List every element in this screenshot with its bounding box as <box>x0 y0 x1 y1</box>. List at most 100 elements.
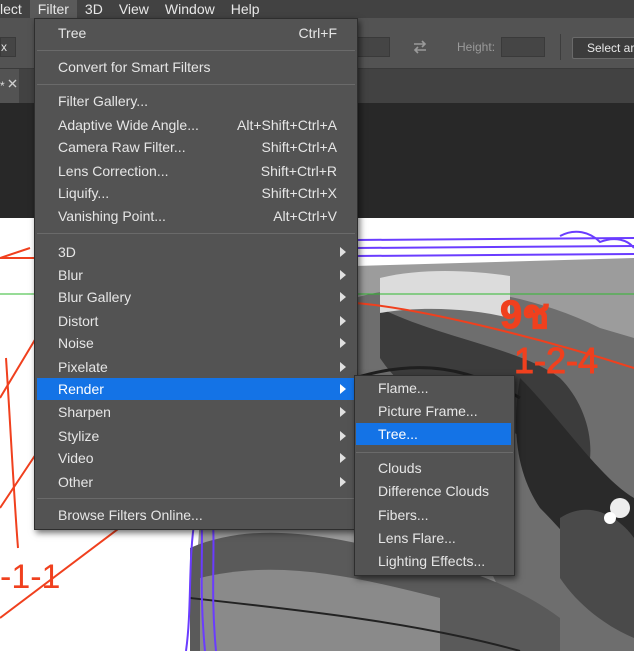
menu-item-convert-smart-filters[interactable]: Convert for Smart Filters <box>38 56 354 78</box>
menu-item-stylize[interactable]: Stylize <box>38 425 354 447</box>
submenu-item-lighting-effects[interactable]: Lighting Effects... <box>356 550 511 572</box>
menu-item-pixelate[interactable]: Pixelate <box>38 356 354 378</box>
menu-window[interactable]: Window <box>157 0 223 18</box>
menu-item-label: Flame... <box>378 380 429 396</box>
submenu-arrow-icon <box>340 453 346 463</box>
submenu-item-lens-flare[interactable]: Lens Flare... <box>356 527 511 549</box>
menu-item-label: Camera Raw Filter... <box>58 139 186 155</box>
sketch-text-top: 9ช <box>500 293 549 337</box>
menu-item-label: Noise <box>58 335 94 351</box>
menu-item-label: Lighting Effects... <box>378 553 486 569</box>
swap-icon[interactable] <box>411 38 429 56</box>
menu-item-last-filter-tree[interactable]: Tree Ctrl+F <box>38 22 354 44</box>
submenu-item-clouds[interactable]: Clouds <box>356 457 511 479</box>
menu-3d[interactable]: 3D <box>77 0 111 18</box>
menu-item-label: Blur Gallery <box>58 289 132 305</box>
menu-divider <box>37 233 355 234</box>
menu-item-distort[interactable]: Distort <box>38 310 354 332</box>
menu-item-label: Fibers... <box>378 507 429 523</box>
menu-item-label: Distort <box>58 313 99 329</box>
menu-item-label: Tree... <box>378 426 418 442</box>
submenu-arrow-icon <box>340 431 346 441</box>
filter-menu: Tree Ctrl+F Convert for Smart Filters Fi… <box>34 18 358 530</box>
submenu-arrow-icon <box>340 316 346 326</box>
height-field[interactable] <box>501 37 545 57</box>
menu-item-label: Pixelate <box>58 359 108 375</box>
menu-item-blur[interactable]: Blur <box>38 264 354 286</box>
menu-item-label: Picture Frame... <box>378 403 478 419</box>
menubar: lect Filter 3D View Window Help <box>0 0 634 18</box>
menu-item-other[interactable]: Other <box>38 471 354 493</box>
submenu-item-difference-clouds[interactable]: Difference Clouds <box>356 480 511 502</box>
menu-divider <box>37 498 355 499</box>
menu-divider <box>37 50 355 51</box>
menu-item-label: 3D <box>58 244 76 260</box>
sketch-text-left: -1-1 <box>0 558 60 596</box>
submenu-item-fibers[interactable]: Fibers... <box>356 504 511 526</box>
menu-item-shortcut: Shift+Ctrl+R <box>260 163 337 179</box>
menu-item-sharpen[interactable]: Sharpen <box>38 401 354 423</box>
menu-item-filter-gallery[interactable]: Filter Gallery... <box>38 90 354 112</box>
menu-item-browse-filters-online[interactable]: Browse Filters Online... <box>38 504 354 526</box>
height-label: Height: <box>457 40 496 54</box>
menu-item-label: Browse Filters Online... <box>58 507 203 523</box>
menu-item-label: Difference Clouds <box>378 483 490 499</box>
menu-item-lens-correction[interactable]: Lens Correction... Shift+Ctrl+R <box>38 160 354 182</box>
menu-item-video[interactable]: Video <box>38 447 354 469</box>
menu-item-label: Blur <box>58 267 83 283</box>
menu-divider <box>37 84 355 85</box>
menu-item-camera-raw-filter[interactable]: Camera Raw Filter... Shift+Ctrl+A <box>38 136 354 158</box>
width-field[interactable] <box>355 37 390 57</box>
menu-item-label: Liquify... <box>58 185 110 201</box>
menu-item-label: Lens Flare... <box>378 530 456 546</box>
menu-item-shortcut: Alt+Shift+Ctrl+A <box>237 117 337 133</box>
submenu-arrow-icon <box>340 270 346 280</box>
submenu-item-tree[interactable]: Tree... <box>356 423 511 445</box>
menu-view[interactable]: View <box>111 0 157 18</box>
menu-item-label: Clouds <box>378 460 422 476</box>
render-submenu: Flame... Picture Frame... Tree... Clouds… <box>354 375 515 576</box>
menu-item-label: Sharpen <box>58 404 111 420</box>
submenu-arrow-icon <box>340 338 346 348</box>
menu-item-shortcut: Ctrl+F <box>298 25 338 41</box>
close-icon[interactable] <box>8 79 17 88</box>
submenu-item-picture-frame[interactable]: Picture Frame... <box>356 400 511 422</box>
submenu-arrow-icon <box>340 407 346 417</box>
menu-item-label: Other <box>58 474 94 490</box>
options-separator <box>560 34 561 60</box>
menu-item-label: Video <box>58 450 94 466</box>
menu-item-label: Filter Gallery... <box>58 93 148 109</box>
menu-item-blur-gallery[interactable]: Blur Gallery <box>38 286 354 308</box>
menu-item-label: Stylize <box>58 428 100 444</box>
submenu-arrow-icon <box>340 247 346 257</box>
document-tab-modified-mark: * <box>0 79 5 93</box>
sketch-text-mid: 1-2-4 <box>514 340 598 381</box>
menu-item-label: Convert for Smart Filters <box>58 59 211 75</box>
submenu-arrow-icon <box>340 384 346 394</box>
submenu-item-flame[interactable]: Flame... <box>356 377 511 399</box>
menu-item-3d[interactable]: 3D <box>38 241 354 263</box>
menu-item-adaptive-wide-angle[interactable]: Adaptive Wide Angle... Alt+Shift+Ctrl+A <box>38 114 354 136</box>
submenu-arrow-icon <box>340 292 346 302</box>
menu-item-shortcut: Alt+Ctrl+V <box>273 208 337 224</box>
menu-item-label: Adaptive Wide Angle... <box>58 117 199 133</box>
menu-item-label: Render <box>58 381 104 397</box>
menu-item-liquify[interactable]: Liquify... Shift+Ctrl+X <box>38 182 354 204</box>
menu-divider <box>356 452 513 453</box>
menu-item-noise[interactable]: Noise <box>38 332 354 354</box>
submenu-arrow-icon <box>340 477 346 487</box>
select-and-mask-button[interactable]: Select ar <box>572 37 634 59</box>
menu-item-shortcut: Shift+Ctrl+X <box>261 185 337 201</box>
style-field[interactable]: x <box>0 37 16 57</box>
document-tab[interactable]: * <box>0 69 19 103</box>
menu-item-label: Tree <box>58 25 87 41</box>
submenu-arrow-icon <box>340 362 346 372</box>
menu-filter[interactable]: Filter <box>29 0 77 18</box>
menu-help[interactable]: Help <box>223 0 268 18</box>
menu-item-shortcut: Shift+Ctrl+A <box>261 139 337 155</box>
menu-item-render[interactable]: Render <box>37 378 355 400</box>
menu-item-label: Vanishing Point... <box>58 208 166 224</box>
menu-select[interactable]: lect <box>0 0 30 18</box>
menu-item-vanishing-point[interactable]: Vanishing Point... Alt+Ctrl+V <box>38 205 354 227</box>
menu-item-label: Lens Correction... <box>58 163 169 179</box>
